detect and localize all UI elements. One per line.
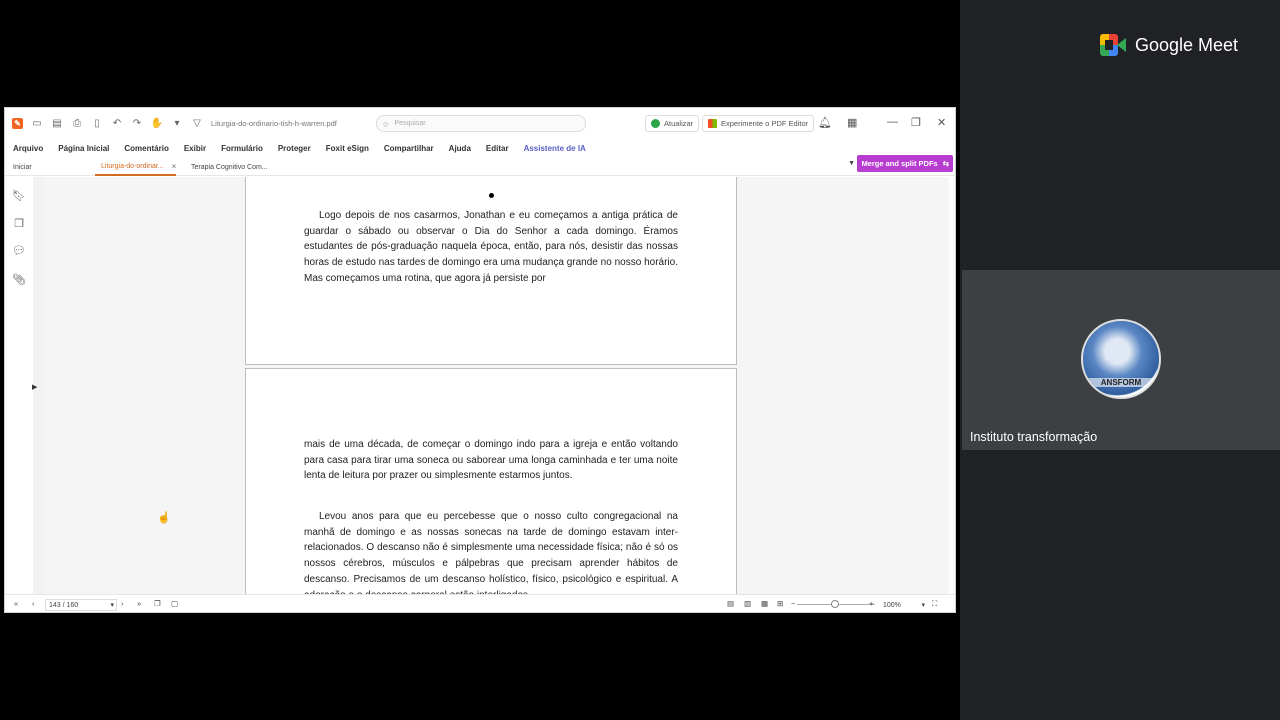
zoom-slider-handle[interactable]: [831, 600, 839, 608]
tab-bar: Iniciar Liturgia-do-ordinar... × Terapia…: [5, 159, 955, 176]
bell-icon[interactable]: 🔔︎: [818, 116, 832, 129]
meet-brand: Google Meet: [1135, 34, 1239, 55]
expand-panel-icon[interactable]: ▶: [32, 383, 37, 391]
menu-item-foxit-esign[interactable]: Foxit eSign: [326, 144, 369, 153]
update-label: Atualizar: [664, 119, 694, 128]
layout-icon[interactable]: ▦: [847, 116, 857, 129]
menu-item-comentario[interactable]: Comentário: [124, 144, 168, 153]
tab-label: Liturgia-do-ordinar...: [101, 163, 164, 170]
file-name: Liturgia-do-ordinario-tish-h-warren.pdf: [211, 118, 337, 128]
first-page-icon[interactable]: «: [14, 599, 18, 608]
page-dropdown-icon: ▾: [110, 602, 114, 609]
page-bullet-mark: [489, 193, 494, 198]
menu-item-editar[interactable]: Editar: [486, 144, 509, 153]
meet-logo: Google Meet: [1100, 34, 1238, 56]
two-page-view-icon[interactable]: ▦: [761, 599, 768, 608]
zoom-value: 100%: [883, 601, 901, 609]
thumbnail-view-icon[interactable]: ⊞: [777, 599, 783, 608]
fullscreen-icon[interactable]: ⛶: [932, 599, 937, 609]
title-bar: ✎ ▭ ▤ ⎙ ▯ ↶ ↷ ✋ ▾ ▽ Liturgia-do-ordinari…: [5, 108, 955, 138]
try-pdf-editor-button[interactable]: Experimente o PDF Editor: [702, 115, 815, 132]
hand-tool-icon[interactable]: ✋: [151, 117, 163, 129]
page-indicator: 143 / 160: [49, 601, 79, 609]
pages-icon[interactable]: ❐: [13, 217, 25, 230]
print-icon[interactable]: ⎙: [71, 117, 83, 129]
pdf-editor-icon: [708, 119, 717, 128]
avatar-text: ANSFORM: [1083, 378, 1159, 387]
search-icon: ○: [383, 118, 389, 129]
update-status-icon: [651, 119, 660, 128]
menu-item-proteger[interactable]: Proteger: [278, 144, 311, 153]
prev-page-icon[interactable]: ‹: [32, 599, 35, 608]
pdf-page: Logo depois de nos casarmos, Jonathan e …: [245, 177, 737, 365]
single-page-view-icon[interactable]: ▤: [727, 599, 734, 608]
merge-icon: ⇆: [942, 159, 949, 168]
zoom-level-select[interactable]: 100% ▾: [881, 599, 927, 611]
minimize-icon[interactable]: —: [887, 116, 898, 128]
continuous-view-icon[interactable]: ▥: [744, 599, 751, 608]
extract-page-icon[interactable]: ❐: [154, 599, 161, 608]
screen: ✎ ▭ ▤ ⎙ ▯ ↶ ↷ ✋ ▾ ▽ Liturgia-do-ordinari…: [0, 0, 1280, 720]
pdf-reader-window: ✎ ▭ ▤ ⎙ ▯ ↶ ↷ ✋ ▾ ▽ Liturgia-do-ordinari…: [4, 107, 956, 613]
menu-bar: Arquivo Página Inicial Comentário Exibir…: [5, 139, 955, 157]
merge-split-button[interactable]: Merge and split PDFs ⇆: [857, 155, 953, 172]
menu-item-pagina-inicial[interactable]: Página Inicial: [58, 144, 109, 153]
redo-icon[interactable]: ↷: [131, 117, 143, 129]
avatar: ANSFORM: [1081, 319, 1161, 399]
filter-icon[interactable]: ▽: [191, 117, 203, 129]
search-placeholder: Pesquisar: [394, 120, 426, 127]
tab-label: Iniciar: [13, 164, 32, 171]
comment-icon[interactable]: 💬︎: [12, 244, 26, 257]
meet-panel: Google Meet ANSFORM Instituto transforma…: [960, 0, 1280, 720]
tab-label: Terapia Cognitivo Com...: [191, 164, 268, 171]
page2-paragraph-2: Levou anos para que eu percebesse que o …: [304, 511, 678, 594]
menu-item-assistente-ia[interactable]: Assistente de IA: [524, 144, 586, 153]
merge-split-label: Merge and split PDFs: [861, 159, 938, 168]
close-icon[interactable]: ✕: [937, 116, 946, 129]
restore-icon[interactable]: ❐: [911, 116, 921, 129]
shared-screen: ✎ ▭ ▤ ⎙ ▯ ↶ ↷ ✋ ▾ ▽ Liturgia-do-ordinari…: [0, 0, 960, 720]
menu-item-compartilhar[interactable]: Compartilhar: [384, 144, 434, 153]
left-rail: 🔖︎ ❐ 💬︎ 📎︎: [5, 177, 33, 594]
zoom-dropdown-icon: ▾: [921, 602, 925, 609]
export-icon[interactable]: ▯: [91, 117, 103, 129]
participant-tile[interactable]: ANSFORM Instituto transformação: [962, 270, 1280, 450]
meet-camera-icon: [1100, 34, 1126, 56]
open-folder-icon[interactable]: ▭: [31, 117, 43, 129]
zoom-out-icon[interactable]: −: [791, 599, 795, 608]
tab-liturgia[interactable]: Liturgia-do-ordinar... ×: [95, 159, 177, 176]
pdf-page: mais de uma década, de começar o domingo…: [245, 368, 737, 594]
hand-cursor-icon: ☝: [157, 512, 171, 524]
attachment-icon[interactable]: 📎︎: [12, 273, 26, 286]
tab-terapia[interactable]: Terapia Cognitivo Com...: [185, 159, 268, 176]
status-bar: « ‹ 143 / 160 ▾ › » ❐ ▢ ▤ ▥ ▦ ⊞ − + 100%…: [5, 594, 955, 612]
tab-list-dropdown-icon[interactable]: ▼: [848, 160, 855, 167]
tab-close-icon[interactable]: ×: [172, 162, 177, 171]
document-view[interactable]: Logo depois de nos casarmos, Jonathan e …: [43, 177, 949, 594]
search-input[interactable]: ○ Pesquisar: [376, 115, 586, 132]
bookmark-icon[interactable]: 🔖︎: [12, 189, 26, 202]
next-page-icon[interactable]: ›: [121, 599, 124, 608]
update-button[interactable]: Atualizar: [645, 115, 700, 132]
undo-icon[interactable]: ↶: [111, 117, 123, 129]
menu-item-formulario[interactable]: Formulário: [221, 144, 263, 153]
dropdown-chevron-icon[interactable]: ▾: [171, 117, 183, 129]
page1-paragraph: Logo depois de nos casarmos, Jonathan e …: [304, 210, 678, 284]
try-editor-label: Experimente o PDF Editor: [721, 119, 809, 128]
save-icon[interactable]: ▤: [51, 117, 63, 129]
tab-iniciar[interactable]: Iniciar: [7, 159, 32, 176]
menu-item-arquivo[interactable]: Arquivo: [13, 144, 43, 153]
app-logo-icon: ✎: [12, 117, 23, 129]
page-number-input[interactable]: 143 / 160 ▾: [45, 599, 117, 611]
last-page-icon[interactable]: »: [137, 599, 141, 608]
page2-paragraph-1: mais de uma década, de começar o domingo…: [304, 439, 678, 482]
participant-name: Instituto transformação: [970, 430, 1098, 444]
menu-item-exibir[interactable]: Exibir: [184, 144, 206, 153]
menu-item-ajuda[interactable]: Ajuda: [449, 144, 471, 153]
copy-page-icon[interactable]: ▢: [171, 599, 178, 608]
zoom-in-icon[interactable]: +: [869, 599, 873, 608]
